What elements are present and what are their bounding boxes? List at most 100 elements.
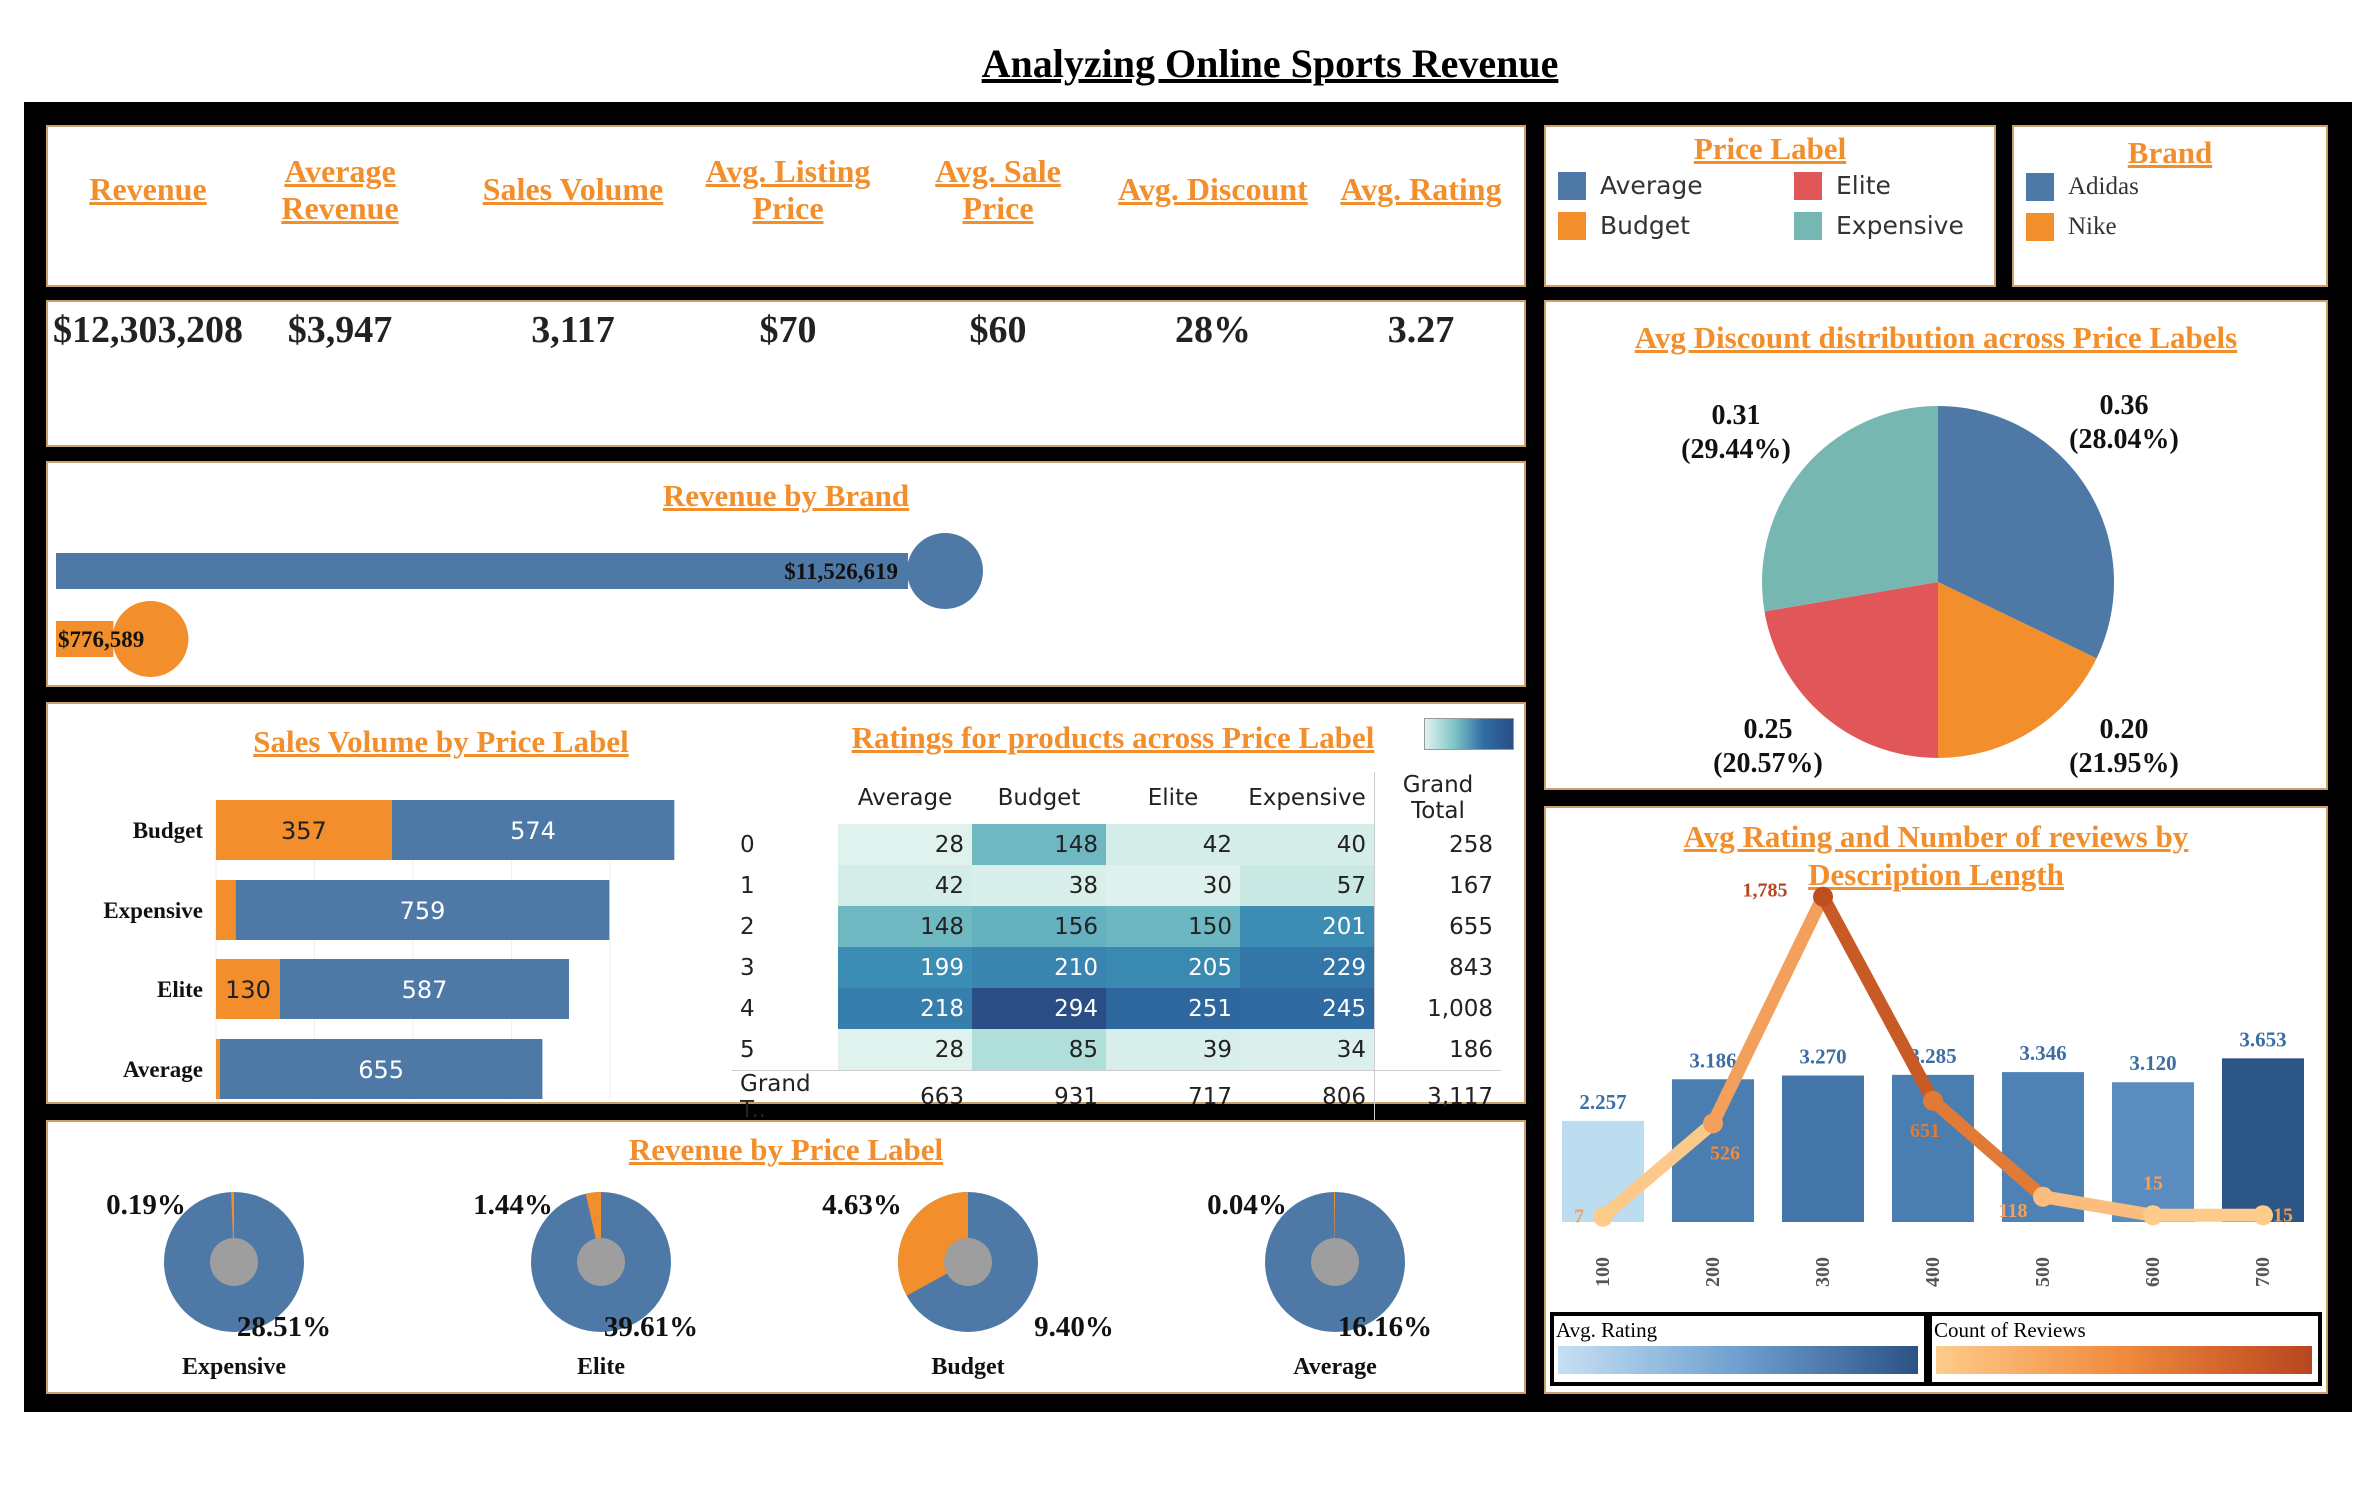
heatmap-col-header: Budget bbox=[997, 785, 1081, 811]
sv-bar-label: 655 bbox=[358, 1056, 404, 1084]
heatmap-cell: 201 bbox=[1240, 906, 1375, 947]
kpi-label-average-revenue[interactable]: Average Revenue bbox=[260, 153, 420, 227]
kpi-value-avg-listing-price: $70 bbox=[759, 309, 817, 351]
donut-hole bbox=[1311, 1238, 1359, 1286]
rating-reviews-panel: Avg Rating and Number of reviews by Desc… bbox=[1546, 808, 2326, 1392]
reviews-point bbox=[2143, 1205, 2163, 1226]
donut-hole bbox=[577, 1238, 625, 1286]
sv-category-label: Budget bbox=[133, 818, 204, 843]
rating-bar bbox=[2222, 1058, 2304, 1222]
x-tick-label: 200 bbox=[1702, 1257, 1724, 1287]
price-label-legend-title: Price Label bbox=[1693, 131, 1847, 166]
kpi-value-sales-volume: 3,117 bbox=[531, 309, 615, 351]
x-tick-label: 700 bbox=[2252, 1257, 2274, 1287]
donut-nike-label: 1.44% bbox=[473, 1189, 553, 1221]
kpi-label-avg-discount[interactable]: Avg. Discount bbox=[1103, 171, 1323, 208]
kpi-label-avg-rating[interactable]: Avg. Rating bbox=[1331, 171, 1511, 208]
kpi-label-avg-sale-price[interactable]: Avg. Sale Price bbox=[918, 153, 1078, 227]
heatmap-title: Ratings for products across Price Label bbox=[851, 720, 1375, 755]
count-reviews-legend: Count of Reviews bbox=[1928, 1312, 2322, 1386]
heatmap-cell: 205 bbox=[1106, 947, 1240, 988]
brand-legend: Brand Adidas Nike bbox=[2014, 127, 2326, 285]
heatmap-row-total: 1,008 bbox=[1374, 988, 1501, 1029]
heatmap-row: 3 199 210 205 229 843 bbox=[732, 947, 1501, 988]
legend-item-average[interactable]: Average bbox=[1558, 171, 1703, 200]
donut-nike-label: 4.63% bbox=[822, 1189, 902, 1221]
legend-swatch bbox=[1558, 171, 1586, 200]
heatmap-cell: 39 bbox=[1106, 1029, 1240, 1071]
heatmap-row-total: 258 bbox=[1374, 824, 1501, 865]
count-reviews-legend-label: Count of Reviews bbox=[1934, 1318, 2086, 1342]
heatmap-cell: 245 bbox=[1240, 988, 1375, 1029]
reviews-point bbox=[2253, 1205, 2273, 1226]
heatmap-cell: 42 bbox=[838, 865, 972, 906]
kpi-value-average-revenue: $3,947 bbox=[287, 309, 393, 351]
legend-label: Average bbox=[1600, 171, 1703, 200]
legend-label: Elite bbox=[1836, 171, 1891, 200]
sv-bar-label: 587 bbox=[402, 976, 448, 1004]
discount-pie-panel: Avg Discount distribution across Price L… bbox=[1546, 302, 2326, 788]
heatmap-col-header: Elite bbox=[1147, 785, 1199, 811]
heatmap-cell: 210 bbox=[972, 947, 1106, 988]
heatmap-row-label: 3 bbox=[740, 954, 755, 981]
heatmap-row-total: 843 bbox=[1374, 947, 1501, 988]
heatmap-cell: 34 bbox=[1240, 1029, 1375, 1071]
heatmap-color-legend bbox=[1424, 718, 1514, 750]
heatmap-row-total: 167 bbox=[1374, 865, 1501, 906]
reviews-point bbox=[2033, 1186, 2053, 1207]
legend-item-nike[interactable]: Nike bbox=[2026, 213, 2117, 241]
donut-category-label: Budget bbox=[931, 1354, 1004, 1380]
legend-item-adidas[interactable]: Adidas bbox=[2026, 173, 2139, 201]
donut-category-label: Average bbox=[1293, 1354, 1377, 1380]
heatmap-cell: 40 bbox=[1240, 824, 1375, 865]
pie-pct-label: (20.57%) bbox=[1713, 748, 1823, 779]
legend-label: Budget bbox=[1600, 211, 1690, 240]
kpi-label-revenue[interactable]: Revenue bbox=[48, 171, 248, 208]
sv-bar-label: 357 bbox=[281, 817, 327, 845]
heatmap-cell: 294 bbox=[972, 988, 1106, 1029]
pie-value-label: 0.36 bbox=[2100, 390, 2149, 421]
legend-item-elite[interactable]: Elite bbox=[1794, 171, 1891, 200]
rating-bar-label: 2.257 bbox=[1579, 1090, 1626, 1114]
reviews-point bbox=[1813, 886, 1833, 907]
brand-value-label: $11,526,619 bbox=[784, 559, 898, 584]
reviews-line-segment bbox=[1816, 890, 1940, 1108]
legend-item-budget[interactable]: Budget bbox=[1558, 211, 1690, 240]
legend-item-expensive[interactable]: Expensive bbox=[1794, 211, 1964, 240]
sv-bar-nike bbox=[216, 1039, 220, 1099]
heatmap-row-label: 5 bbox=[740, 1036, 755, 1063]
heatmap-row-label: 1 bbox=[740, 872, 755, 899]
legend-swatch bbox=[1794, 171, 1822, 200]
heatmap-row: 1 42 38 30 57 167 bbox=[732, 865, 1501, 906]
sv-category-label: Expensive bbox=[103, 898, 203, 923]
sv-bar-label: 759 bbox=[400, 897, 446, 925]
pie-value-label: 0.25 bbox=[1744, 714, 1793, 745]
reviews-label: 7 bbox=[1574, 1206, 1584, 1228]
heatmap-cell: 38 bbox=[972, 865, 1106, 906]
heatmap-header-row: Average Budget Elite Expensive Grand Tot… bbox=[732, 772, 1501, 824]
price-label-legend: Price Label Average Elite Budget Expensi… bbox=[1546, 127, 1994, 285]
legend-swatch bbox=[2026, 173, 2054, 201]
avg-rating-legend: Avg. Rating bbox=[1550, 1312, 1928, 1386]
reviews-point bbox=[1593, 1206, 1613, 1227]
kpi-label-sales-volume[interactable]: Sales Volume bbox=[473, 171, 673, 208]
heatmap-row: 0 28 148 42 40 258 bbox=[732, 824, 1501, 865]
reviews-point bbox=[1923, 1090, 1943, 1111]
heatmap-cell: 28 bbox=[838, 824, 972, 865]
kpi-value-avg-sale-price: $60 bbox=[969, 309, 1027, 351]
heatmap-cell: 28 bbox=[838, 1029, 972, 1071]
brand-bar-adidas bbox=[56, 553, 908, 589]
kpi-label-avg-listing-price[interactable]: Avg. Listing Price bbox=[698, 153, 878, 227]
heatmap-cell: 30 bbox=[1106, 865, 1240, 906]
heatmap-cell: 148 bbox=[838, 906, 972, 947]
heatmap-cell: 251 bbox=[1106, 988, 1240, 1029]
rating-bar-label: 3.346 bbox=[2019, 1041, 2066, 1065]
reviews-label: 15 bbox=[2273, 1204, 2293, 1226]
heatmap-cell: 85 bbox=[972, 1029, 1106, 1071]
revenue-by-brand-panel: Revenue by Brand $11,526,619 $776,589 bbox=[48, 463, 1524, 685]
kpi-value-panel: $12,303,208 $3,947 3,117 $70 $60 28% 3.2… bbox=[48, 302, 1524, 445]
rating-bar-label: 3.120 bbox=[2129, 1051, 2176, 1075]
reviews-label: 15 bbox=[2143, 1172, 2163, 1194]
x-tick-label: 300 bbox=[1812, 1257, 1834, 1287]
reviews-label: 651 bbox=[1910, 1120, 1940, 1142]
